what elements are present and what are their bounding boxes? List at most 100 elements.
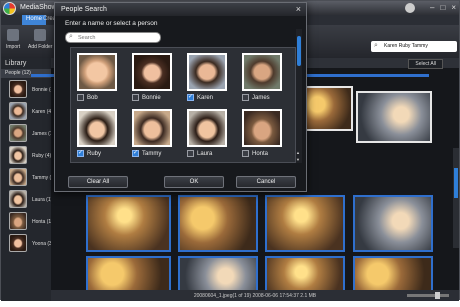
zoom-slider-knob[interactable] — [434, 292, 440, 299]
people-search-icon: ⌕ — [374, 42, 378, 49]
library-person-item[interactable]: Ruby (4) — [3, 145, 52, 165]
person-cell-ruby[interactable]: Ruby — [77, 109, 121, 165]
person-checkbox[interactable] — [242, 150, 249, 157]
face-image — [189, 55, 225, 89]
add-folder-button[interactable]: Add Folder — [28, 29, 52, 50]
person-cell-laura[interactable]: Laura — [187, 109, 231, 165]
person-row: Bonnie — [132, 94, 161, 101]
person-row: Ruby — [77, 149, 102, 157]
person-avatar — [9, 168, 27, 186]
search-input[interactable] — [78, 34, 158, 42]
photo-thumbnail[interactable] — [356, 91, 432, 143]
library-person-item[interactable]: Karen (4) — [3, 101, 53, 121]
person-thumbnail[interactable] — [187, 109, 227, 147]
library-person-item[interactable]: Honta (1) — [3, 211, 53, 231]
face-image — [189, 111, 225, 145]
photo-thumbnail[interactable] — [301, 86, 353, 131]
library-person-label: Karen (4) — [32, 109, 53, 115]
folder-icon — [34, 29, 47, 41]
person-checkbox[interactable] — [77, 149, 84, 157]
search-icon: ⌕ — [69, 33, 73, 40]
people-grid-scrollbar[interactable]: ▲ ▼ — [296, 29, 302, 163]
photo-thumbnail[interactable] — [86, 195, 171, 252]
face-image — [134, 111, 170, 145]
person-name: Karen — [197, 94, 214, 101]
window-controls: – □ × — [430, 3, 456, 12]
person-thumbnail[interactable] — [187, 53, 227, 91]
person-row: Karen — [187, 93, 214, 101]
person-cell-james[interactable]: James — [242, 53, 286, 109]
dialog-title: People Search — [61, 6, 107, 13]
status-text: 20080604_1.jpeg(1 of 19) 2008-06-06 17:5… — [193, 293, 317, 299]
close-icon[interactable]: × — [296, 4, 301, 14]
person-avatar — [9, 212, 27, 230]
person-checkbox[interactable] — [132, 149, 139, 157]
add-folder-label: Add Folder — [28, 44, 53, 50]
library-person-label: Laura (1) — [32, 197, 53, 203]
library-person-item[interactable]: Bonnie (4) — [3, 79, 55, 99]
content-scroll-thumb[interactable] — [454, 168, 458, 198]
zoom-slider[interactable] — [407, 292, 449, 299]
maximize-icon[interactable]: □ — [440, 3, 445, 12]
person-thumbnail[interactable] — [242, 109, 282, 147]
person-thumbnail[interactable] — [242, 53, 282, 91]
library-person-item[interactable]: Laura (1) — [3, 189, 53, 209]
photo-thumbnail[interactable] — [265, 195, 345, 252]
person-row: Honta — [242, 150, 268, 157]
person-name: Honta — [252, 150, 269, 157]
face-image — [79, 55, 115, 89]
face-image — [79, 111, 115, 145]
person-row: Tammy — [132, 149, 161, 157]
minimize-icon[interactable]: – — [430, 3, 434, 12]
library-person-item[interactable]: Yoona (3) — [3, 233, 54, 253]
cancel-button[interactable]: Cancel — [236, 176, 296, 188]
library-person-item[interactable]: Tammy (3) — [3, 167, 56, 187]
person-avatar — [9, 102, 27, 120]
people-search-value: Karen Ruby Tammy — [384, 43, 428, 49]
library-person-label: Ruby (4) — [32, 153, 52, 159]
photo-thumbnail[interactable] — [353, 195, 433, 252]
person-checkbox[interactable] — [77, 94, 84, 101]
person-thumbnail[interactable] — [77, 53, 117, 91]
user-icon[interactable] — [405, 3, 415, 13]
scroll-up-icon[interactable]: ▲ — [296, 150, 300, 155]
people-search-field[interactable]: ⌕ Karen Ruby Tammy — [371, 41, 457, 52]
person-name: James — [252, 94, 270, 101]
person-name: Laura — [197, 150, 213, 157]
app-logo-icon[interactable] — [3, 2, 16, 15]
import-button[interactable]: Import — [6, 29, 20, 50]
face-image — [244, 111, 280, 145]
person-cell-karen[interactable]: Karen — [187, 53, 231, 109]
person-row: Laura — [187, 150, 212, 157]
person-avatar — [9, 80, 27, 98]
clear-all-button[interactable]: Clear All — [68, 176, 128, 188]
person-checkbox[interactable] — [187, 150, 194, 157]
person-avatar — [9, 146, 27, 164]
person-cell-bob[interactable]: Bob — [77, 53, 121, 109]
person-cell-honta[interactable]: Honta — [242, 109, 286, 165]
person-checkbox[interactable] — [132, 94, 139, 101]
person-checkbox[interactable] — [187, 93, 194, 101]
person-name: Ruby — [87, 150, 102, 157]
ok-button[interactable]: OK — [164, 176, 224, 188]
library-people-list: Bonnie (4) Karen (4) James (1) Ruby (4) Tamm… — [1, 79, 56, 253]
content-scrollbar[interactable] — [453, 148, 459, 248]
person-thumbnail[interactable] — [132, 109, 172, 147]
scroll-down-icon[interactable]: ▼ — [296, 157, 300, 162]
person-cell-bonnie[interactable]: Bonnie — [132, 53, 176, 109]
library-person-item[interactable]: James (1) — [3, 123, 54, 143]
library-heading: Library — [5, 60, 27, 67]
select-all-button[interactable]: Select All — [408, 59, 443, 69]
person-name: Bonnie — [142, 94, 161, 101]
person-cell-tammy[interactable]: Tammy — [132, 109, 176, 165]
person-thumbnail[interactable] — [132, 53, 172, 91]
person-thumbnail[interactable] — [77, 109, 117, 147]
dialog-title-bar: People Search × — [55, 3, 306, 16]
window-close-icon[interactable]: × — [451, 3, 456, 12]
photo-thumbnail[interactable] — [178, 195, 258, 252]
library-panel: Library People (12) Bonnie (4) Karen (4) J… — [1, 58, 56, 301]
person-name: Bob — [87, 94, 98, 101]
dialog-search-field[interactable]: ⌕ — [65, 32, 161, 43]
scroll-thumb[interactable] — [297, 36, 301, 66]
person-checkbox[interactable] — [242, 94, 249, 101]
